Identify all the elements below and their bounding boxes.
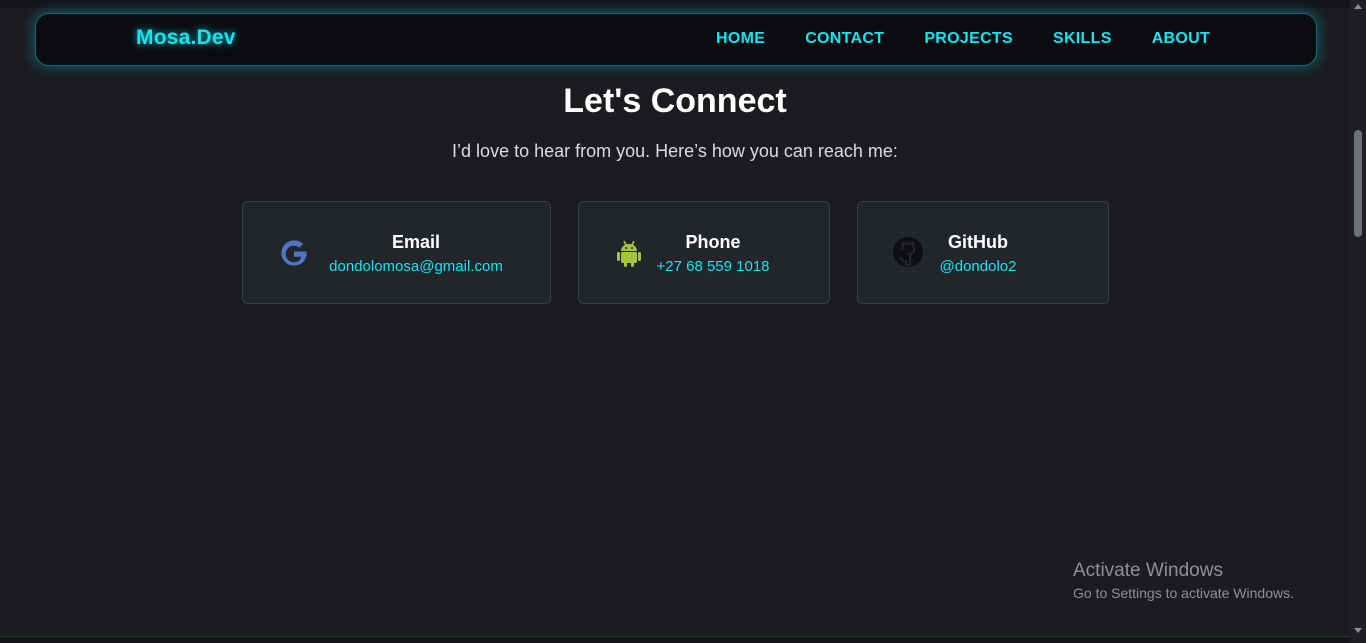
github-text: GitHub @dondolo2 (936, 230, 1020, 278)
page-subtitle: I’d love to hear from you. Here’s how yo… (452, 141, 898, 161)
bottom-edge (0, 636, 1350, 643)
nav-link-contact[interactable]: CONTACT (805, 30, 884, 48)
google-icon (276, 235, 312, 271)
scroll-thumb[interactable] (1354, 130, 1362, 237)
watermark-title: Activate Windows (1073, 560, 1223, 581)
phone-text: Phone +27 68 559 1018 (651, 230, 775, 278)
email-label: Email (391, 232, 441, 252)
page: Mosa.Dev HOME CONTACT PROJECTS SKILLS AB… (0, 0, 1366, 643)
contact-card-github: GitHub @dondolo2 (857, 201, 1109, 304)
vertical-scrollbar[interactable] (1350, 0, 1366, 643)
github-link[interactable]: @dondolo2 (936, 256, 1020, 278)
nav-link-about[interactable]: ABOUT (1152, 30, 1210, 48)
nav-link-home[interactable]: HOME (716, 30, 765, 48)
email-link[interactable]: dondolomosa@gmail.com (323, 256, 509, 278)
page-title: Let's Connect (563, 82, 787, 120)
brand-logo-link[interactable]: Mosa.Dev (136, 26, 236, 50)
watermark-subtitle: Go to Settings to activate Windows. (1073, 585, 1294, 601)
top-strip (0, 0, 1350, 8)
contact-card-email: Email dondolomosa@gmail.com (242, 201, 551, 304)
nav-links: HOME CONTACT PROJECTS SKILLS ABOUT (716, 30, 1250, 48)
email-text: Email dondolomosa@gmail.com (323, 230, 509, 278)
phone-label: Phone (685, 232, 741, 252)
scroll-down-arrow-icon[interactable] (1354, 628, 1362, 633)
github-label: GitHub (948, 232, 1008, 252)
github-icon (890, 235, 926, 271)
nav-link-skills[interactable]: SKILLS (1053, 30, 1112, 48)
scroll-up-arrow-icon[interactable] (1354, 4, 1362, 9)
activate-windows-watermark: Activate Windows Go to Settings to activ… (1073, 560, 1294, 603)
nav-link-projects[interactable]: PROJECTS (924, 30, 1013, 48)
navbar: Mosa.Dev HOME CONTACT PROJECTS SKILLS AB… (35, 13, 1317, 66)
phone-link[interactable]: +27 68 559 1018 (651, 256, 775, 278)
android-icon (612, 235, 648, 271)
contact-card-phone: Phone +27 68 559 1018 (578, 201, 830, 304)
